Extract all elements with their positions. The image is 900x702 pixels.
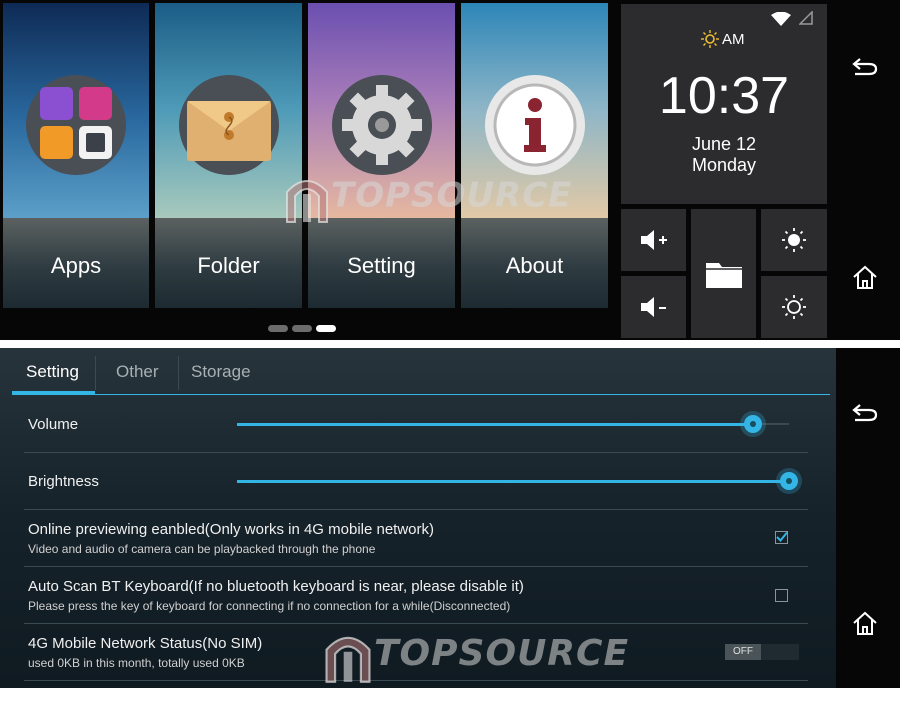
tile-setting[interactable]: Setting <box>308 3 455 308</box>
clock-time: 10:37 <box>658 67 790 125</box>
back-arrow-icon <box>852 58 878 76</box>
bt-keyboard-title: Auto Scan BT Keyboard(If no bluetooth ke… <box>28 578 524 595</box>
volume-up-button[interactable] <box>621 209 686 271</box>
home-icon <box>853 265 877 289</box>
launcher-screen: Apps Folder Setting About TOPSOURCE AM 1… <box>0 0 900 340</box>
tile-about[interactable]: About <box>461 3 608 308</box>
volume-label: Volume <box>28 416 79 433</box>
file-manager-button[interactable] <box>691 209 756 338</box>
online-preview-title: Online previewing eanbled(Only works in … <box>28 521 435 538</box>
back-arrow-icon <box>852 404 878 422</box>
page-dot[interactable] <box>292 325 312 332</box>
brightness-slider-fill[interactable] <box>237 480 789 483</box>
tab-setting[interactable]: Setting <box>26 362 79 382</box>
nav-bar <box>836 0 900 340</box>
back-button[interactable] <box>851 55 879 82</box>
checkmark-icon <box>776 531 788 542</box>
tile-label: Folder <box>197 253 260 278</box>
tile-folder[interactable]: Folder <box>155 3 302 308</box>
brightness-down-button[interactable] <box>761 276 827 338</box>
volume-down-icon <box>640 297 666 317</box>
watermark-text: TOPSOURCE <box>374 633 630 674</box>
envelope-folder-icon <box>178 75 279 175</box>
volume-down-button[interactable] <box>621 276 686 338</box>
mobile-network-toggle[interactable]: OFF <box>725 644 799 660</box>
brightness-up-button[interactable] <box>761 209 827 271</box>
sun-icon <box>701 30 719 53</box>
volume-up-icon <box>640 230 667 250</box>
tile-label: Apps <box>50 253 102 278</box>
back-button[interactable] <box>851 401 879 428</box>
online-preview-checkbox[interactable] <box>775 531 788 544</box>
apps-grid-icon <box>26 75 126 175</box>
folder-icon <box>705 262 742 288</box>
clock-widget[interactable]: AM 10:37 June 12 Monday <box>621 4 827 204</box>
bt-keyboard-subtitle: Please press the key of keyboard for con… <box>28 599 511 613</box>
tile-label: About <box>505 253 564 278</box>
tile-apps[interactable]: Apps <box>3 3 149 308</box>
tile-label: Setting <box>347 253 416 278</box>
brightness-label: Brightness <box>28 473 99 490</box>
ampm-label: AM <box>722 31 745 48</box>
tab-storage[interactable]: Storage <box>191 362 251 382</box>
gear-icon <box>331 75 432 175</box>
page-dot[interactable] <box>268 325 288 332</box>
row-divider <box>24 509 808 510</box>
wifi-icon <box>771 11 791 31</box>
volume-slider-fill[interactable] <box>237 423 753 426</box>
tab-divider <box>95 356 96 390</box>
volume-slider-thumb[interactable] <box>744 415 762 433</box>
row-divider <box>24 623 808 624</box>
home-icon <box>853 611 877 635</box>
tab-divider <box>178 356 179 390</box>
brightness-slider-thumb[interactable] <box>780 472 798 490</box>
toggle-off-label: OFF <box>725 644 761 660</box>
watermark-logo: TOPSOURCE <box>322 626 629 684</box>
home-button[interactable] <box>851 264 879 295</box>
home-button[interactable] <box>851 610 879 641</box>
row-divider <box>24 452 808 453</box>
brightness-up-icon <box>782 228 806 252</box>
mobile-network-subtitle: used 0KB in this month, totally used 0KB <box>28 656 245 670</box>
watermark-text: TOPSOURCE <box>331 175 573 216</box>
bt-keyboard-checkbox[interactable] <box>775 589 788 602</box>
page-dot-active[interactable] <box>316 325 336 332</box>
clock-weekday: Monday <box>691 155 757 175</box>
mobile-network-title: 4G Mobile Network Status(No SIM) <box>28 635 263 652</box>
signal-icon <box>798 10 813 30</box>
online-preview-subtitle: Video and audio of camera can be playbac… <box>28 542 376 556</box>
watermark-logo: TOPSOURCE <box>283 170 572 224</box>
page-indicator <box>268 319 340 337</box>
brightness-down-icon <box>782 295 806 319</box>
nav-bar <box>836 348 900 688</box>
tab-underline <box>12 394 830 395</box>
info-icon <box>484 75 585 175</box>
clock-date: June 12 <box>691 134 757 154</box>
row-divider <box>24 566 808 567</box>
tab-other[interactable]: Other <box>116 362 159 382</box>
settings-screen: Setting Other Storage Volume Brightness … <box>0 348 900 688</box>
